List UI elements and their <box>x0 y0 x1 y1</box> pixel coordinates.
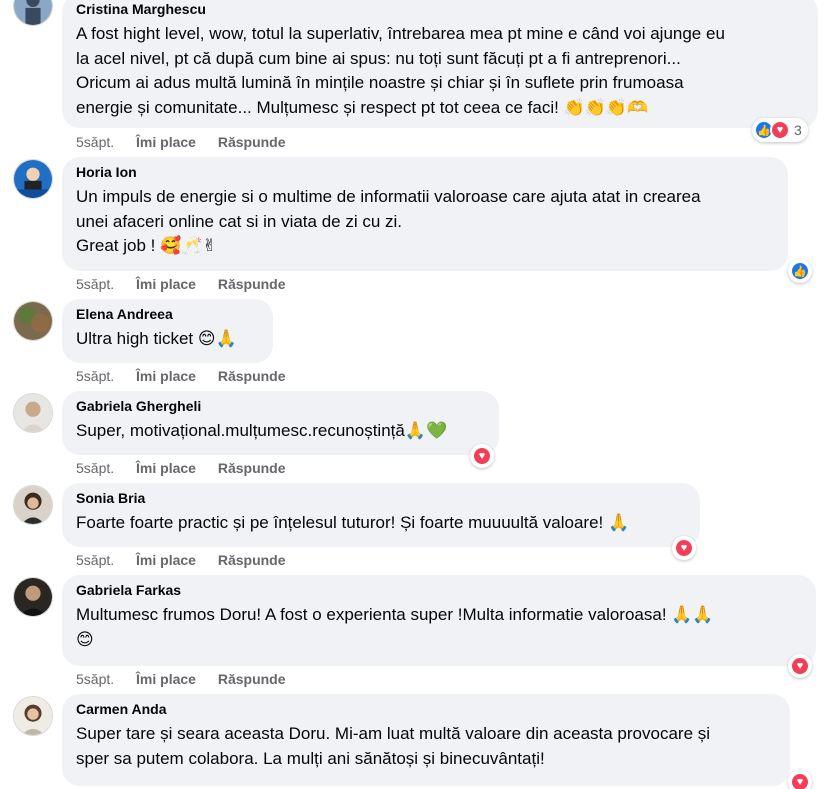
comment-time[interactable]: 5săpt. <box>76 276 114 293</box>
comment-actions: 5săpt. Îmi place Răspunde <box>76 671 286 688</box>
reply-button[interactable]: Răspunde <box>218 671 286 688</box>
comment-author[interactable]: Gabriela Ghergheli <box>76 398 485 415</box>
comment-bubble: Elena Andreea Ultra high ticket 😊🙏 <box>62 299 273 363</box>
comment-author[interactable]: Elena Andreea <box>76 306 259 323</box>
comment-bubble: Gabriela Ghergheli Super, motivațional.m… <box>62 391 499 455</box>
comment-line: unei afaceri online cat si in viata de z… <box>76 211 403 231</box>
comment-author[interactable]: Horia Ion <box>76 164 774 181</box>
comment-time[interactable]: 5săpt. <box>76 368 114 385</box>
thumbs-up-icon: 👍 <box>790 261 810 281</box>
comment-line: Ultra high ticket 😊🙏 <box>76 329 237 348</box>
like-button[interactable]: Îmi place <box>136 552 196 569</box>
comment-line: Super tare și seara aceasta Doru. Mi-am … <box>76 724 711 743</box>
comment-bubble: Gabriela Farkas Multumesc frumos Doru! A… <box>62 575 816 666</box>
avatar[interactable] <box>13 159 53 199</box>
comment-author[interactable]: Gabriela Farkas <box>76 582 802 599</box>
reaction-summary[interactable]: ♥ <box>470 444 494 468</box>
comment-author[interactable]: Carmen Anda <box>76 701 776 718</box>
comment-line: energie și comunitate... Mulțumesc și re… <box>76 97 649 117</box>
comment-time[interactable]: 5săpt. <box>76 671 114 688</box>
reaction-count: 3 <box>794 122 802 138</box>
comment-line: la acel nivel, pt că după cum bine ai sp… <box>76 48 681 68</box>
comment-time[interactable]: 5săpt. <box>76 460 114 477</box>
heart-icon: ♥ <box>790 656 810 676</box>
avatar[interactable] <box>13 393 53 433</box>
heart-icon: ♥ <box>790 772 810 789</box>
comment-actions: 5săpt. Îmi place Răspunde <box>76 552 286 569</box>
comment-text: Super, motivațional.mulțumesc.recunoștin… <box>76 419 485 444</box>
avatar[interactable] <box>13 485 53 525</box>
comment-line: Foarte foarte practic și pe înțelesul tu… <box>76 513 630 532</box>
reaction-summary[interactable]: ♥ <box>788 770 812 789</box>
heart-icon: ♥ <box>770 120 790 140</box>
comment-text: Multumesc frumos Doru! A fost o experien… <box>76 603 802 652</box>
comment-actions: 5săpt. Îmi place Răspunde <box>76 460 286 477</box>
comment-line: A fost hight level, wow, totul la superl… <box>76 24 725 43</box>
comment-actions: 5săpt. Îmi place Răspunde <box>76 276 286 293</box>
comment-text: Ultra high ticket 😊🙏 <box>76 327 259 352</box>
like-button[interactable]: Îmi place <box>136 460 196 477</box>
comment-text: Foarte foarte practic și pe înțelesul tu… <box>76 511 686 536</box>
like-button[interactable]: Îmi place <box>136 276 196 293</box>
comment-text: A fost hight level, wow, totul la superl… <box>76 22 804 120</box>
reaction-summary[interactable]: 👍 <box>788 259 812 283</box>
avatar[interactable] <box>13 301 53 341</box>
comment-author[interactable]: Cristina Marghescu <box>76 1 804 18</box>
comment-author[interactable]: Sonia Bria <box>76 490 686 507</box>
heart-icon: ♥ <box>472 446 492 466</box>
reply-button[interactable]: Răspunde <box>218 368 286 385</box>
comment-text: Un impuls de energie si o multime de inf… <box>76 185 774 259</box>
like-button[interactable]: Îmi place <box>136 368 196 385</box>
comment-line: Oricum ai adus multă lumină în mințile n… <box>76 73 684 92</box>
comment-bubble: Sonia Bria Foarte foarte practic și pe î… <box>62 483 700 547</box>
comment-line: 😊 <box>76 629 94 649</box>
comment-time[interactable]: 5săpt. <box>76 552 114 569</box>
reply-button[interactable]: Răspunde <box>218 276 286 293</box>
avatar[interactable] <box>13 577 53 617</box>
comment-bubble: Carmen Anda Super tare și seara aceasta … <box>62 694 790 786</box>
reply-button[interactable]: Răspunde <box>218 552 286 569</box>
comment-line: sper sa putem colabora. La mulți ani săn… <box>76 748 545 768</box>
comment-time[interactable]: 5săpt. <box>76 134 114 151</box>
comment-actions: 5săpt. Îmi place Răspunde <box>76 134 286 151</box>
comment-line: Great job ! 🥰🥂✌ <box>76 236 217 255</box>
avatar[interactable] <box>13 696 53 736</box>
reply-button[interactable]: Răspunde <box>218 460 286 477</box>
comment-line: Multumesc frumos Doru! A fost o experien… <box>76 605 714 624</box>
heart-icon: ♥ <box>674 538 694 558</box>
reply-button[interactable]: Răspunde <box>218 134 286 151</box>
like-button[interactable]: Îmi place <box>136 134 196 151</box>
comment-bubble: Cristina Marghescu A fost hight level, w… <box>62 0 818 128</box>
reaction-summary[interactable]: ♥ <box>788 654 812 678</box>
comment-line: Un impuls de energie si o multime de inf… <box>76 187 701 206</box>
like-button[interactable]: Îmi place <box>136 671 196 688</box>
avatar[interactable] <box>13 0 53 26</box>
comment-text: Super tare și seara aceasta Doru. Mi-am … <box>76 722 776 771</box>
reaction-summary[interactable]: ♥ <box>672 536 696 560</box>
comment-line: Super, motivațional.mulțumesc.recunoștin… <box>76 421 448 440</box>
comment-bubble: Horia Ion Un impuls de energie si o mult… <box>62 157 788 271</box>
comment-actions: 5săpt. Îmi place Răspunde <box>76 368 286 385</box>
reaction-summary[interactable]: 👍 ♥ 3 <box>752 118 808 142</box>
